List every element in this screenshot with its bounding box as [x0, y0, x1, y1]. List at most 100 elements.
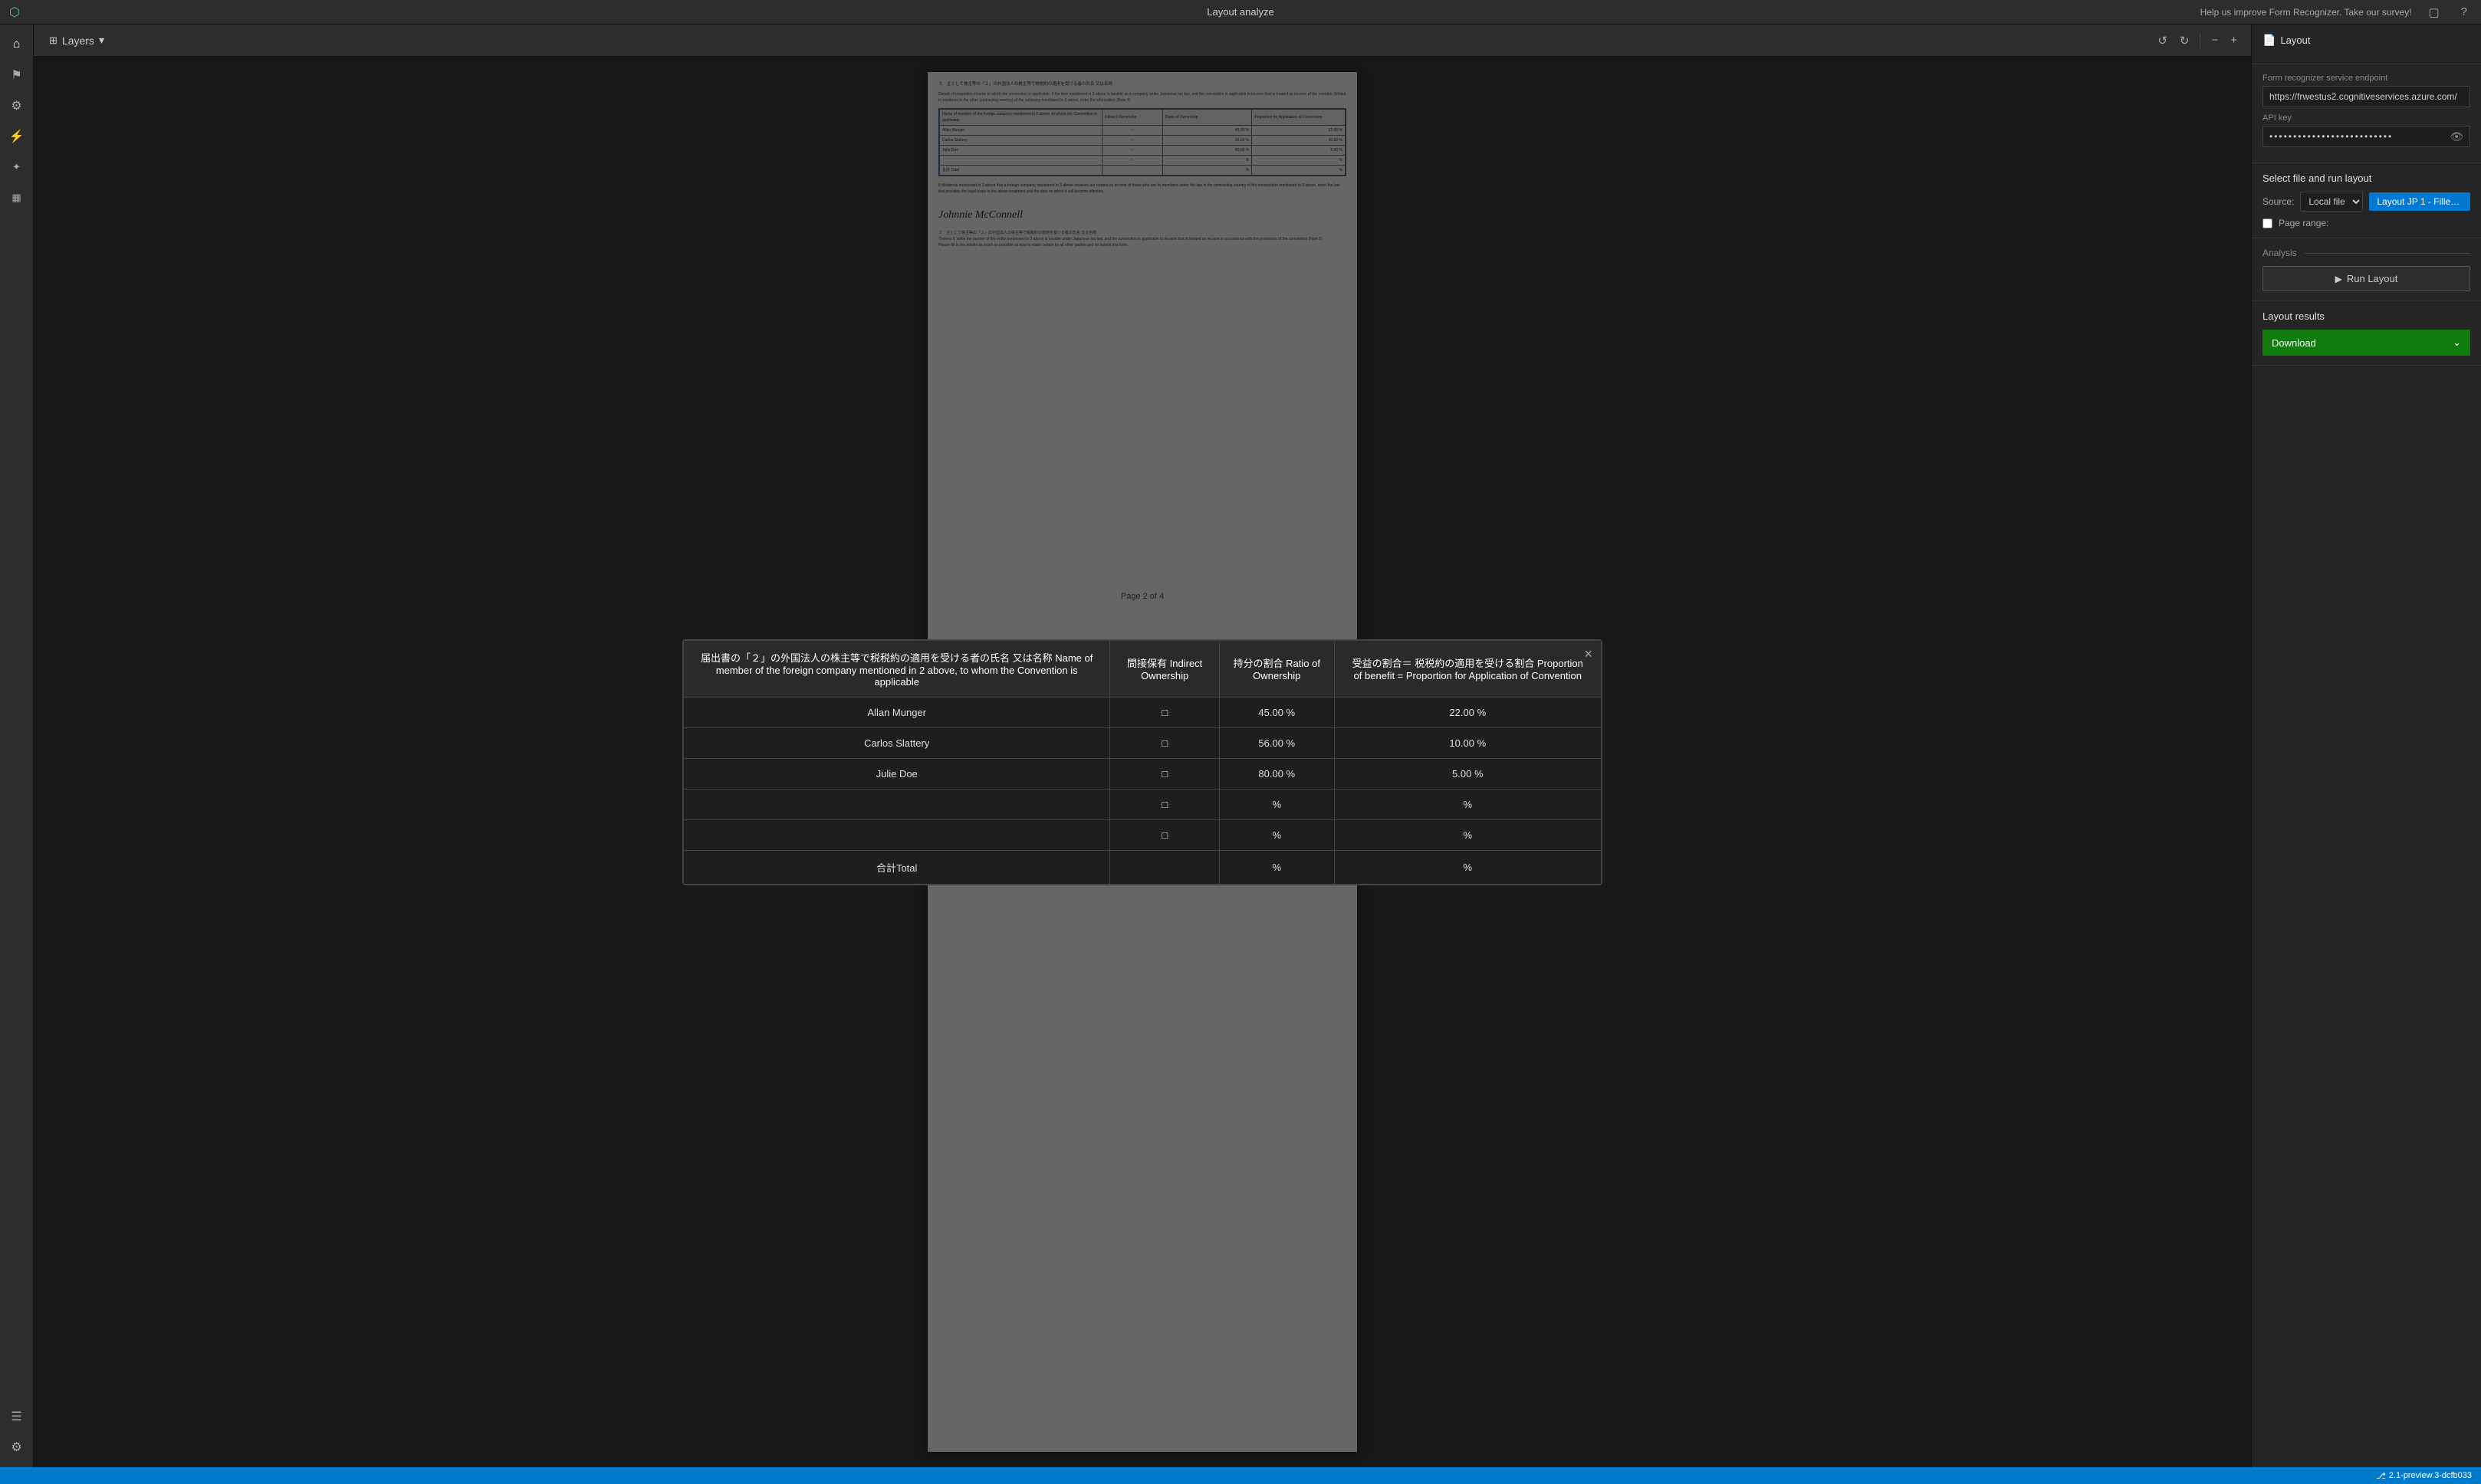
api-key-label: API key	[2262, 113, 2470, 123]
cell-indirect: □	[1110, 789, 1220, 819]
table-row: 合計Total % %	[684, 850, 1602, 884]
modal-table: 届出書の「２」の外国法人の株主等で税税約の適用を受ける者の氏名 又は名称 Nam…	[683, 640, 1602, 885]
cell-ratio: %	[1219, 789, 1334, 819]
layout-title: 📄 Layout	[2262, 34, 2470, 47]
modal-table-body: Allan Munger □ 45.00 % 22.00 % Carlos Sl…	[684, 697, 1602, 884]
statusbar: ⎇ 2.1-preview.3-dcfb033	[0, 1467, 2481, 1484]
cell-name: Julie Doe	[684, 758, 1110, 789]
main-layout: ⌂ ⚑ ⚙ ⚡ ✦ ▦ ☰ ⚙ ⊞ Layers ▾ ↺ ↻ −	[0, 25, 2481, 1467]
layers-icon: ⊞	[49, 34, 58, 47]
content-area: ⊞ Layers ▾ ↺ ↻ − + ３ 主として株主等	[34, 25, 2251, 1467]
modal-dialog: × 届出書の「２」の外国法人の株主等で税税約の適用を受ける者の氏名 又は名称 N…	[682, 639, 1602, 885]
app-logo: ⬡	[9, 5, 20, 20]
table-row: Carlos Slattery □ 56.00 % 10.00 %	[684, 727, 1602, 758]
cell-indirect	[1110, 850, 1220, 884]
cell-ratio: 56.00 %	[1219, 727, 1334, 758]
cell-proportion: 22.00 %	[1334, 697, 1601, 727]
document-viewer[interactable]: ３ 主として株主等の「２」の外国法人の株主等で税税約の適用を受ける者の氏名 又は…	[34, 57, 2251, 1467]
modal-close-button[interactable]: ×	[1584, 646, 1592, 662]
help-survey-text: Help us improve Form Recognizer. Take ou…	[2200, 7, 2412, 18]
col-header-indirect: 間接保有 Indirect Ownership	[1110, 640, 1220, 697]
redo-button[interactable]: ↻	[2175, 31, 2194, 51]
col-header-proportion: 受益の割合＝ 税税約の適用を受ける割合 Proportion of benefi…	[1334, 640, 1601, 697]
api-key-input[interactable]	[2263, 126, 2443, 146]
sidebar-item-tag[interactable]: ⚑	[3, 61, 31, 89]
cell-ratio: %	[1219, 819, 1334, 850]
cell-name: Carlos Slattery	[684, 727, 1110, 758]
sidebar-item-settings[interactable]: ⚙	[3, 1433, 31, 1461]
right-panel: 📄 Layout Form recognizer service endpoin…	[2251, 25, 2481, 1467]
logo-icon: ⬡	[9, 5, 20, 20]
layers-group: ⊞ Layers ▾	[43, 31, 110, 50]
panel-analysis: Analysis ▶ Run Layout	[2252, 238, 2481, 301]
sidebar-item-home[interactable]: ⌂	[3, 31, 31, 58]
cell-proportion: %	[1334, 850, 1601, 884]
run-icon: ▶	[2335, 274, 2342, 284]
cell-indirect: □	[1110, 697, 1220, 727]
layout-results-header: Layout results	[2262, 310, 2470, 322]
cell-indirect: □	[1110, 819, 1220, 850]
cell-indirect: □	[1110, 727, 1220, 758]
download-label: Download	[2272, 337, 2316, 349]
page-range-row: Page range:	[2262, 218, 2470, 228]
source-dropdown[interactable]: Local file URL	[2300, 192, 2363, 212]
zoom-out-button[interactable]: −	[2207, 31, 2223, 50]
cell-ratio: %	[1219, 850, 1334, 884]
cell-ratio: 45.00 %	[1219, 697, 1334, 727]
app-title: Layout analyze	[1207, 6, 1273, 18]
source-row: Source: Local file URL Layout JP 1 - Fil…	[2262, 192, 2470, 212]
sidebar-item-predict[interactable]: ⚡	[3, 123, 31, 150]
cell-ratio: 80.00 %	[1219, 758, 1334, 789]
sidebar-item-train[interactable]: ⚙	[3, 92, 31, 120]
layers-button[interactable]: ⊞ Layers ▾	[43, 31, 110, 50]
panel-select-file: Select file and run layout Source: Local…	[2252, 163, 2481, 238]
git-icon: ⎇	[2376, 1471, 2386, 1481]
col-header-ratio: 持分の割合 Ratio of Ownership	[1219, 640, 1334, 697]
sidebar: ⌂ ⚑ ⚙ ⚡ ✦ ▦ ☰ ⚙	[0, 25, 34, 1467]
run-layout-button[interactable]: ▶ Run Layout	[2262, 266, 2470, 291]
cell-proportion: %	[1334, 819, 1601, 850]
cell-proportion: %	[1334, 789, 1601, 819]
modal-overlay: × 届出書の「２」の外国法人の株主等で税税約の適用を受ける者の氏名 又は名称 N…	[34, 57, 2251, 1467]
api-key-toggle-button[interactable]: 👁	[2443, 130, 2469, 143]
table-row: Julie Doe □ 80.00 % 5.00 %	[684, 758, 1602, 789]
download-button[interactable]: Download ⌄	[2262, 330, 2470, 356]
select-file-title: Select file and run layout	[2262, 172, 2470, 184]
cell-proportion: 10.00 %	[1334, 727, 1601, 758]
sidebar-item-layout[interactable]: ▦	[3, 184, 31, 212]
cell-proportion: 5.00 %	[1334, 758, 1601, 789]
panel-layout-results: Layout results Download ⌄	[2252, 301, 2481, 366]
page-range-checkbox[interactable]	[2262, 218, 2272, 228]
analysis-header: Analysis	[2262, 248, 2470, 258]
cell-name: 合計Total	[684, 850, 1110, 884]
page-range-label: Page range:	[2279, 218, 2328, 228]
endpoint-label: Form recognizer service endpoint	[2262, 74, 2470, 83]
panel-endpoint: Form recognizer service endpoint API key…	[2252, 64, 2481, 163]
analysis-divider	[2305, 253, 2470, 254]
help-button[interactable]: ?	[2456, 2, 2472, 21]
endpoint-input[interactable]	[2262, 86, 2470, 107]
download-chevron-icon: ⌄	[2453, 337, 2461, 349]
api-key-field: 👁	[2262, 126, 2470, 147]
toolbar: ⊞ Layers ▾ ↺ ↻ − +	[34, 25, 2251, 57]
cell-name	[684, 789, 1110, 819]
titlebar-actions: Help us improve Form Recognizer. Take ou…	[2200, 2, 2472, 22]
titlebar: ⬡ Layout analyze Help us improve Form Re…	[0, 0, 2481, 25]
sidebar-item-model[interactable]: ☰	[3, 1403, 31, 1430]
undo-button[interactable]: ↺	[2153, 31, 2172, 51]
cell-name: Allan Munger	[684, 697, 1110, 727]
analysis-label: Analysis	[2262, 248, 2297, 258]
col-header-name: 届出書の「２」の外国法人の株主等で税税約の適用を受ける者の氏名 又は名称 Nam…	[684, 640, 1110, 697]
table-row: Allan Munger □ 45.00 % 22.00 %	[684, 697, 1602, 727]
cell-indirect: □	[1110, 758, 1220, 789]
cell-name	[684, 819, 1110, 850]
table-row: □ % %	[684, 819, 1602, 850]
chevron-down-icon: ▾	[99, 34, 104, 47]
table-row: □ % %	[684, 789, 1602, 819]
file-display: Layout JP 1 - Filled In.pdf	[2369, 192, 2470, 211]
table-header-row: 届出書の「２」の外国法人の株主等で税税約の適用を受ける者の氏名 又は名称 Nam…	[684, 640, 1602, 697]
monitor-button[interactable]: ▢	[2423, 2, 2443, 22]
sidebar-item-connections[interactable]: ✦	[3, 153, 31, 181]
zoom-in-button[interactable]: +	[2226, 31, 2242, 50]
layout-doc-icon: 📄	[2262, 34, 2276, 47]
